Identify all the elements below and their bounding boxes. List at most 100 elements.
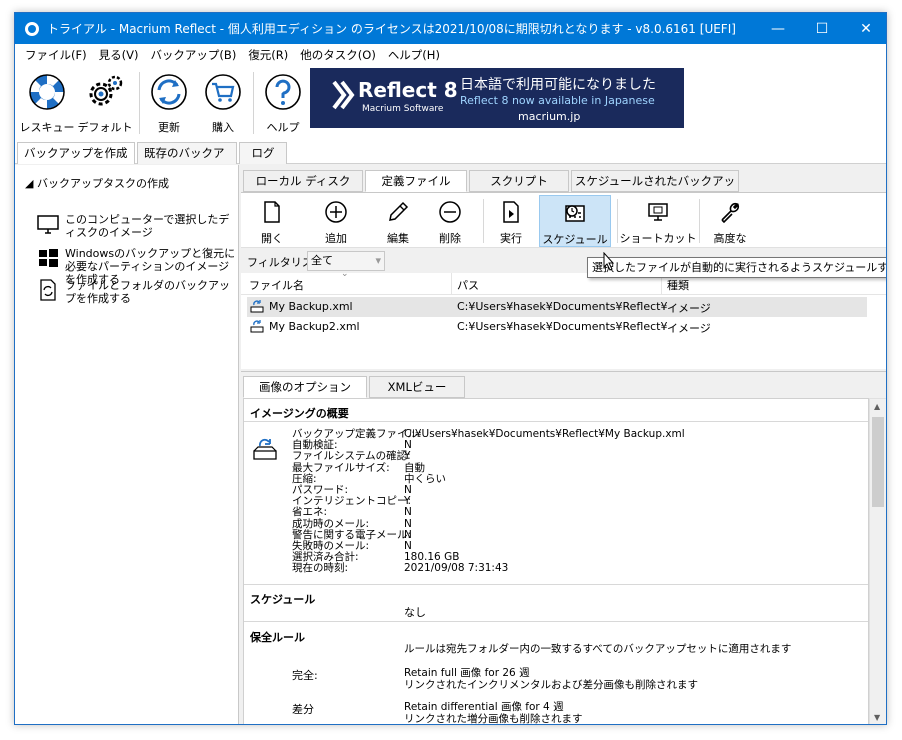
edit-label: 編集 bbox=[387, 232, 409, 245]
tab-existing-backups[interactable]: 既存のバックアップ bbox=[137, 142, 237, 180]
schedule-tooltip: 選択したファイルが自動的に実行されるようスケジュールする bbox=[587, 257, 886, 278]
schedule-button[interactable]: スケジュール bbox=[539, 195, 611, 247]
schedule-label: スケジュール bbox=[542, 233, 608, 246]
add-button[interactable]: 追加 bbox=[311, 195, 361, 247]
desktop-shortcut-icon bbox=[648, 203, 668, 221]
retention-diff-line2: リンクされた増分画像も削除されます bbox=[404, 713, 583, 725]
help-button[interactable]: ヘルプ bbox=[255, 70, 311, 138]
definitions-toolbar: 開く 追加 編集 削除 実行 スケジュール ショートカット 高度な bbox=[241, 192, 886, 248]
edit-button[interactable]: 編集 bbox=[373, 195, 423, 247]
default-button[interactable]: デフォルト bbox=[77, 70, 133, 138]
banner-product: Reflect 8 bbox=[358, 78, 458, 102]
imaging-summary-title: イメージングの概要 bbox=[250, 407, 349, 420]
menu-view[interactable]: 見る(V) bbox=[93, 47, 145, 63]
banner-vendor: Macrium Software bbox=[362, 104, 444, 114]
section-divider bbox=[244, 621, 868, 622]
image-backup-icon bbox=[250, 320, 264, 333]
run-button[interactable]: 実行 bbox=[485, 195, 537, 247]
shortcut-button[interactable]: ショートカット bbox=[619, 195, 697, 247]
tab-local-disk[interactable]: ローカル ディスク bbox=[243, 170, 363, 192]
tab-image-options[interactable]: 画像のオプション bbox=[243, 376, 367, 398]
tab-scheduled-backups[interactable]: スケジュールされたバックアップ bbox=[571, 170, 739, 208]
windows-logo-icon bbox=[39, 249, 58, 267]
imaging-key: 省エネ: bbox=[292, 506, 328, 519]
minimize-button[interactable]: — bbox=[756, 13, 800, 44]
shortcut-label: ショートカット bbox=[619, 232, 697, 245]
maximize-button[interactable]: ☐ bbox=[800, 13, 844, 44]
filter-select[interactable]: 全て bbox=[307, 251, 385, 271]
run-label: 実行 bbox=[500, 232, 522, 245]
imaging-key: 現在の時刻: bbox=[292, 562, 349, 575]
details-scrollbar[interactable]: ▲ ▼ bbox=[869, 398, 886, 724]
open-button[interactable]: 開く bbox=[247, 195, 297, 247]
scrollbar-thumb[interactable] bbox=[872, 417, 884, 507]
sort-chevron-icon: ⌄ bbox=[341, 269, 349, 279]
main-tab-bar: バックアップを作成する 既存のバックアップ ログ bbox=[15, 142, 886, 180]
menu-restore[interactable]: 復元(R) bbox=[242, 47, 294, 63]
toolbar-separator bbox=[483, 199, 484, 243]
toolbar-separator bbox=[699, 199, 700, 243]
menu-other-tasks[interactable]: 他のタスク(O) bbox=[294, 47, 382, 63]
file-name: My Backup2.xml bbox=[269, 320, 360, 333]
window-title: トライアル - Macrium Reflect - 個人利用エディション のライ… bbox=[47, 22, 736, 36]
add-label: 追加 bbox=[325, 232, 347, 245]
file-type: イメージ bbox=[667, 302, 711, 315]
file-path: C:¥Users¥hasek¥Documents¥Reflect¥ bbox=[457, 300, 668, 313]
tab-create-backup[interactable]: バックアップを作成する bbox=[17, 142, 135, 180]
file-path: C:¥Users¥hasek¥Documents¥Reflect¥ bbox=[457, 320, 668, 333]
col-type[interactable]: 種類 bbox=[667, 277, 689, 293]
gears-icon bbox=[89, 75, 123, 106]
tab-xml-view[interactable]: XMLビュー bbox=[369, 376, 465, 398]
retention-full-line1: Retain full 画像 for 26 週 bbox=[404, 667, 530, 679]
task-image-disk-label: このコンピューターで選択したディスクのイメージ bbox=[65, 213, 230, 239]
macrium-logo-icon bbox=[332, 80, 355, 110]
task-image-disk[interactable]: このコンピューターで選択したディスクのイメージ bbox=[37, 213, 237, 239]
col-filename[interactable]: ファイル名 bbox=[249, 277, 304, 293]
col-path[interactable]: パス bbox=[457, 277, 479, 293]
section-divider bbox=[244, 421, 868, 422]
imaging-key: 成功時のメール: bbox=[292, 517, 370, 530]
default-label: デフォルト bbox=[77, 121, 133, 134]
menu-backup[interactable]: バックアップ(B) bbox=[144, 47, 242, 63]
question-icon bbox=[265, 74, 301, 110]
title-bar: トライアル - Macrium Reflect - 個人利用エディション のライ… bbox=[15, 13, 886, 44]
imaging-value: 2021/09/08 7:31:43 bbox=[404, 562, 509, 575]
run-file-icon bbox=[503, 201, 519, 223]
menu-bar: ファイル(F) 見る(V) バックアップ(B) 復元(R) 他のタスク(O) ヘ… bbox=[15, 44, 886, 66]
rescue-button[interactable]: レスキュー bbox=[19, 70, 75, 138]
image-backup-icon bbox=[250, 300, 264, 313]
task-file-backup-label: ファイルとフォルダのバックアップを作成する bbox=[65, 279, 230, 305]
file-row[interactable]: My Backup.xml C:¥Users¥hasek¥Documents¥R… bbox=[247, 297, 867, 317]
delete-button[interactable]: 削除 bbox=[425, 195, 475, 247]
close-button[interactable]: ✕ bbox=[844, 13, 886, 44]
tab-definition-files[interactable]: 定義ファイル bbox=[365, 170, 467, 192]
imaging-value: Y bbox=[404, 450, 411, 463]
details-content: イメージングの概要 バックアップ定義ファイル: C:¥Users¥hasek¥Do… bbox=[243, 398, 869, 725]
file-name: My Backup.xml bbox=[269, 300, 353, 313]
advanced-button[interactable]: 高度な bbox=[701, 195, 759, 247]
backup-tasks-header[interactable]: ◢ バックアップタスクの作成 bbox=[25, 175, 169, 191]
app-window: トライアル - Macrium Reflect - 個人利用エディション のライ… bbox=[14, 12, 887, 725]
open-file-icon bbox=[264, 201, 280, 223]
tab-scripts[interactable]: スクリプト bbox=[469, 170, 569, 192]
pencil-icon bbox=[389, 201, 409, 221]
backup-tasks-pane: ◢ バックアップタスクの作成 このコンピューターで選択したディスクのイメージ W… bbox=[15, 165, 239, 724]
update-button[interactable]: 更新 bbox=[141, 70, 197, 138]
task-file-backup[interactable]: ファイルとフォルダのバックアップを作成する bbox=[37, 279, 237, 305]
promo-banner[interactable]: Reflect 8 Macrium Software 日本語で利用可能になりまし… bbox=[310, 68, 684, 128]
file-row[interactable]: My Backup2.xml C:¥Users¥hasek¥Documents¥… bbox=[247, 317, 867, 337]
backup-tasks-title: バックアップタスクの作成 bbox=[36, 177, 169, 190]
toolbar-separator bbox=[617, 199, 618, 243]
buy-button[interactable]: 購入 bbox=[195, 70, 251, 138]
menu-help[interactable]: ヘルプ(H) bbox=[382, 47, 446, 63]
scroll-up-icon[interactable]: ▲ bbox=[874, 402, 880, 411]
scroll-down-icon[interactable]: ▼ bbox=[874, 713, 880, 722]
imaging-value: N bbox=[404, 517, 412, 530]
details-panel: 画像のオプション XMLビュー イメージングの概要 バックアップ定義ファイル: C… bbox=[241, 371, 886, 725]
file-type: イメージ bbox=[667, 322, 711, 335]
menu-file[interactable]: ファイル(F) bbox=[19, 47, 93, 63]
file-sync-icon bbox=[40, 279, 56, 301]
tab-log[interactable]: ログ bbox=[239, 142, 287, 164]
retention-diff-key: 差分 bbox=[292, 703, 314, 716]
help-label: ヘルプ bbox=[266, 121, 300, 134]
